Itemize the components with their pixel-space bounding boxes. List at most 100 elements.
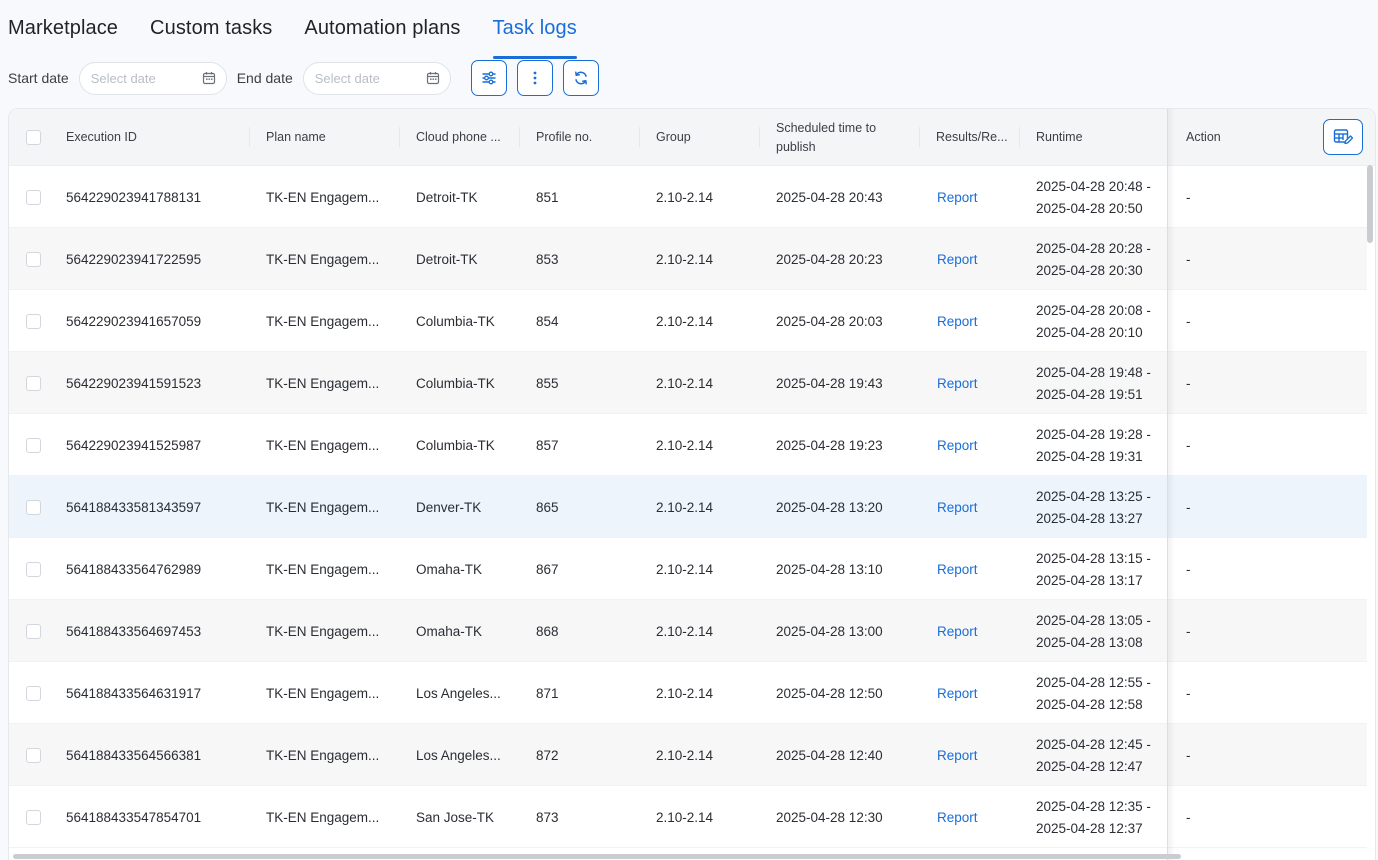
row-checkbox[interactable] bbox=[26, 376, 41, 391]
filter-button[interactable] bbox=[470, 60, 507, 96]
table-row[interactable]: 564188433564697453 TK-EN Engagem... Omaha-… bbox=[9, 600, 1367, 662]
cell-results: Report bbox=[937, 290, 978, 352]
fixed-column-divider bbox=[1167, 109, 1168, 860]
cell-group: 2.10-2.14 bbox=[656, 189, 714, 205]
runtime-start: 2025-04-28 19:28 - bbox=[1036, 427, 1151, 442]
header-profile-no[interactable]: Profile no. bbox=[536, 109, 592, 166]
report-link[interactable]: Report bbox=[937, 376, 978, 391]
runtime-end: 2025-04-28 13:17 bbox=[1036, 573, 1143, 588]
table-body: 564229023941788131 TK-EN Engagem... Detroi… bbox=[9, 166, 1367, 848]
header-results[interactable]: Results/Re... bbox=[936, 109, 1008, 166]
header-cloud-phone[interactable]: Cloud phone ... bbox=[416, 109, 501, 166]
calendar-icon bbox=[426, 72, 439, 85]
report-link[interactable]: Report bbox=[937, 624, 978, 639]
cell-execution-id: 564188433547854701 bbox=[66, 809, 202, 825]
header-runtime[interactable]: Runtime bbox=[1036, 109, 1083, 166]
column-settings-button[interactable] bbox=[1323, 119, 1363, 155]
table-row[interactable]: 564229023941722595 TK-EN Engagem... Detroi… bbox=[9, 228, 1367, 290]
table-row[interactable]: 564229023941788131 TK-EN Engagem... Detroi… bbox=[9, 166, 1367, 228]
report-link[interactable]: Report bbox=[937, 562, 978, 577]
report-link[interactable]: Report bbox=[937, 500, 978, 515]
cell-plan-name: TK-EN Engagem... bbox=[266, 747, 380, 763]
row-checkbox[interactable] bbox=[26, 748, 41, 763]
column-divider bbox=[519, 127, 520, 147]
tab-task-logs[interactable]: Task logs bbox=[492, 14, 578, 59]
runtime-start: 2025-04-28 19:48 - bbox=[1036, 365, 1151, 380]
header-plan-name[interactable]: Plan name bbox=[266, 109, 326, 166]
header-execution-id[interactable]: Execution ID bbox=[66, 109, 137, 166]
cell-execution-id: 564229023941591523 bbox=[66, 375, 202, 391]
cell-execution-id: 564229023941525987 bbox=[66, 437, 202, 453]
cell-execution-id: 564188433564566381 bbox=[66, 747, 202, 763]
row-checkbox[interactable] bbox=[26, 314, 41, 329]
cell-scheduled-time: 2025-04-28 20:43 bbox=[776, 189, 883, 205]
vertical-scrollbar[interactable] bbox=[1367, 165, 1373, 243]
cell-runtime: 2025-04-28 13:05 - 2025-04-28 13:08 bbox=[1036, 600, 1151, 662]
table-row[interactable]: 564188433581343597 TK-EN Engagem... Denver… bbox=[9, 476, 1367, 538]
table-row[interactable]: 564229023941657059 TK-EN Engagem... Columb… bbox=[9, 290, 1367, 352]
runtime-end: 2025-04-28 12:37 bbox=[1036, 821, 1143, 836]
cell-execution-id: 564188433564631917 bbox=[66, 685, 202, 701]
cell-runtime: 2025-04-28 12:35 - 2025-04-28 12:37 bbox=[1036, 786, 1151, 848]
table-row[interactable]: 564229023941525987 TK-EN Engagem... Columb… bbox=[9, 414, 1367, 476]
row-checkbox[interactable] bbox=[26, 810, 41, 825]
cell-plan-name: TK-EN Engagem... bbox=[266, 313, 380, 329]
cell-scheduled-time: 2025-04-28 19:23 bbox=[776, 437, 883, 453]
report-link[interactable]: Report bbox=[937, 438, 978, 453]
cell-profile-no: 873 bbox=[536, 809, 559, 825]
tab-custom-tasks[interactable]: Custom tasks bbox=[150, 14, 272, 50]
runtime-end: 2025-04-28 20:50 bbox=[1036, 201, 1143, 216]
cell-cloud-phone: Columbia-TK bbox=[416, 313, 495, 329]
more-options-button[interactable] bbox=[516, 60, 553, 96]
row-checkbox[interactable] bbox=[26, 252, 41, 267]
tab-automation-plans[interactable]: Automation plans bbox=[304, 14, 460, 50]
table-row[interactable]: 564188433564631917 TK-EN Engagem... Los An… bbox=[9, 662, 1367, 724]
row-checkbox[interactable] bbox=[26, 438, 41, 453]
cell-profile-no: 865 bbox=[536, 499, 559, 515]
row-checkbox[interactable] bbox=[26, 686, 41, 701]
column-divider bbox=[639, 127, 640, 147]
cell-profile-no: 855 bbox=[536, 375, 559, 391]
table-row[interactable]: 564188433547854701 TK-EN Engagem... San Jo… bbox=[9, 786, 1367, 848]
table-row[interactable]: 564188433564762989 TK-EN Engagem... Omaha-… bbox=[9, 538, 1367, 600]
cell-results: Report bbox=[937, 476, 978, 538]
end-date-label: End date bbox=[236, 70, 293, 86]
table-settings-icon bbox=[1333, 129, 1353, 145]
report-link[interactable]: Report bbox=[937, 190, 978, 205]
row-checkbox[interactable] bbox=[26, 190, 41, 205]
runtime-end: 2025-04-28 13:08 bbox=[1036, 635, 1143, 650]
cell-results: Report bbox=[937, 786, 978, 848]
header-group[interactable]: Group bbox=[656, 109, 691, 166]
cell-action: - bbox=[1186, 313, 1191, 329]
report-link[interactable]: Report bbox=[937, 810, 978, 825]
column-divider bbox=[249, 127, 250, 147]
report-link[interactable]: Report bbox=[937, 252, 978, 267]
header-scheduled-time[interactable]: Scheduled time to publish bbox=[776, 109, 896, 166]
cell-action: - bbox=[1186, 685, 1191, 701]
runtime-start: 2025-04-28 13:15 - bbox=[1036, 551, 1151, 566]
report-link[interactable]: Report bbox=[937, 314, 978, 329]
cell-runtime: 2025-04-28 20:28 - 2025-04-28 20:30 bbox=[1036, 228, 1151, 290]
refresh-button[interactable] bbox=[562, 60, 599, 96]
row-checkbox[interactable] bbox=[26, 624, 41, 639]
cell-plan-name: TK-EN Engagem... bbox=[266, 561, 380, 577]
tab-marketplace[interactable]: Marketplace bbox=[8, 14, 118, 50]
end-date-input[interactable]: Select date bbox=[302, 61, 451, 95]
cell-group: 2.10-2.14 bbox=[656, 313, 714, 329]
cell-cloud-phone: Omaha-TK bbox=[416, 561, 483, 577]
cell-scheduled-time: 2025-04-28 12:50 bbox=[776, 685, 883, 701]
row-checkbox[interactable] bbox=[26, 500, 41, 515]
table-row[interactable]: 564229023941591523 TK-EN Engagem... Columb… bbox=[9, 352, 1367, 414]
runtime-start: 2025-04-28 12:45 - bbox=[1036, 737, 1151, 752]
select-all-checkbox[interactable] bbox=[26, 130, 41, 145]
row-checkbox[interactable] bbox=[26, 562, 41, 577]
table-row[interactable]: 564188433564566381 TK-EN Engagem... Los An… bbox=[9, 724, 1367, 786]
report-link[interactable]: Report bbox=[937, 748, 978, 763]
cell-action: - bbox=[1186, 189, 1191, 205]
horizontal-scrollbar[interactable] bbox=[13, 854, 1181, 859]
cell-profile-no: 854 bbox=[536, 313, 559, 329]
cell-execution-id: 564188433581343597 bbox=[66, 499, 202, 515]
start-date-input[interactable]: Select date bbox=[78, 61, 227, 95]
report-link[interactable]: Report bbox=[937, 686, 978, 701]
cell-results: Report bbox=[937, 228, 978, 290]
